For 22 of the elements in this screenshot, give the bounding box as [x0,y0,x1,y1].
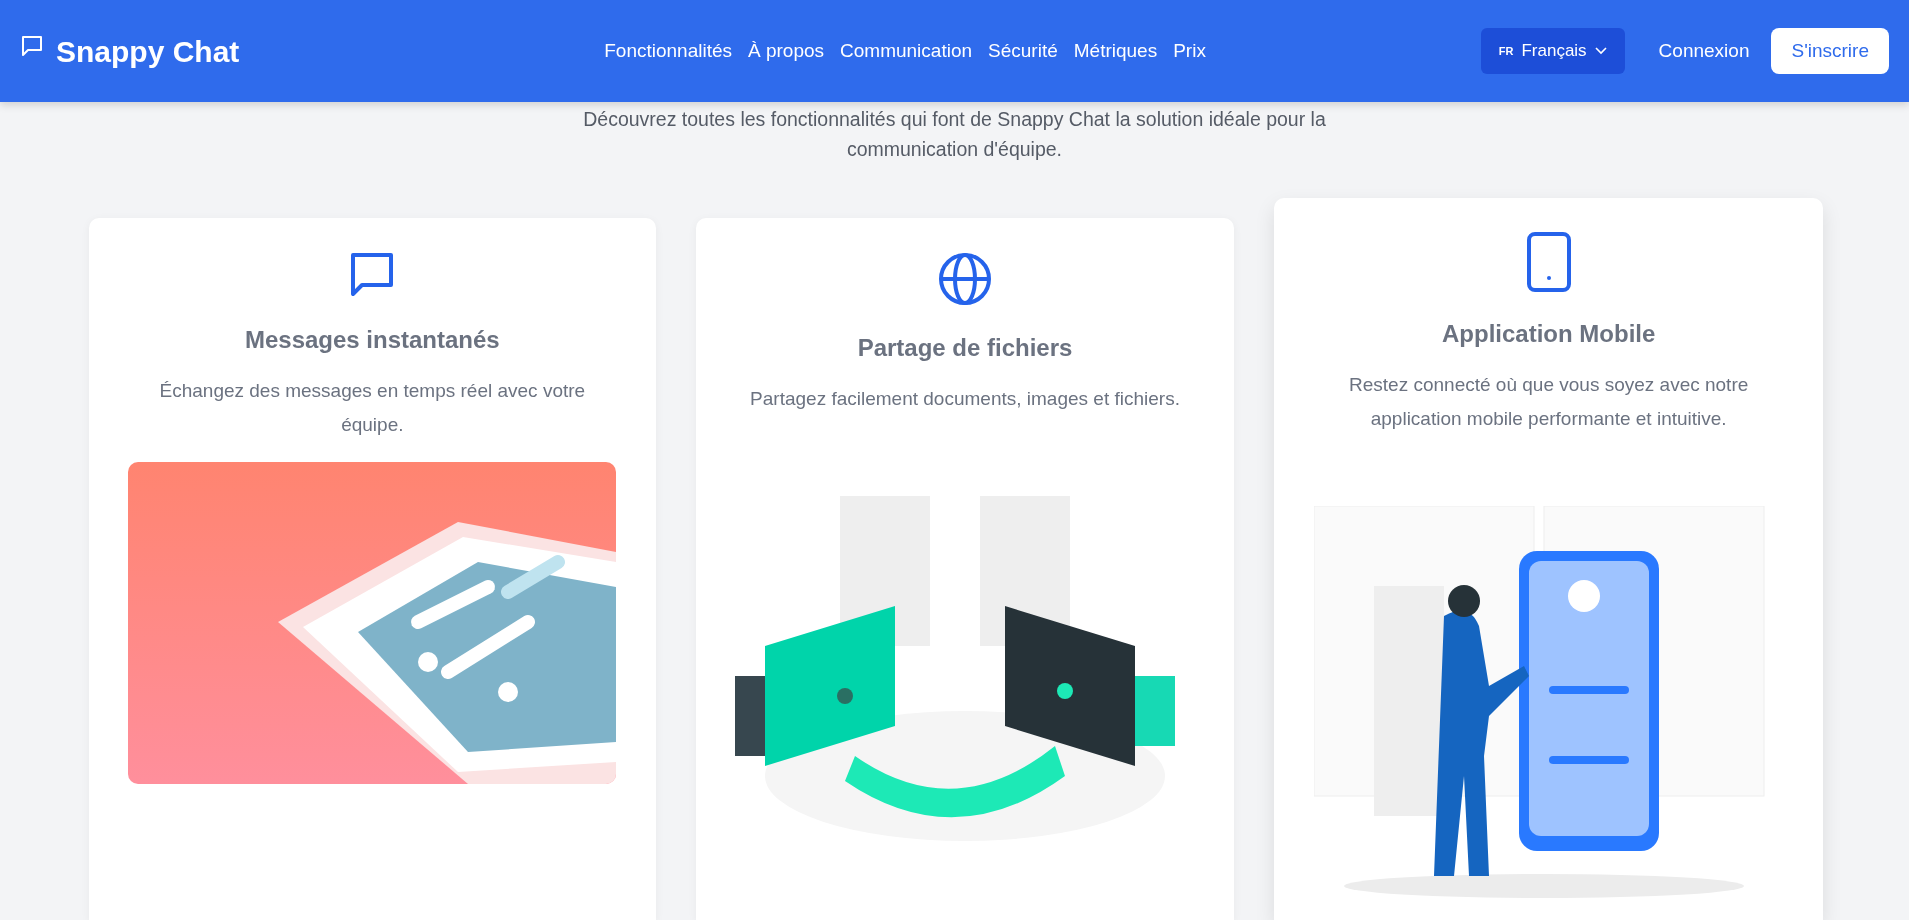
language-dropdown[interactable]: FR Français [1480,28,1625,74]
feature-description: Restez connecté où que vous soyez avec notre application mobile performante et intuitive. [1348,373,1750,431]
mobile-phone-icon [1526,232,1571,292]
nav-link[interactable]: Fonctionnalités [604,36,732,66]
nav-link[interactable]: Sécurité [988,36,1058,66]
feature-title: Application Mobile [1441,319,1657,349]
chevron-down-icon [1594,47,1607,55]
chat-icon [20,34,44,58]
chat-icon [350,252,395,298]
feature-title: Messages instantanés [243,325,501,355]
feature-title: Partage de fichiers [856,333,1074,363]
signup-button[interactable]: S'inscrire [1771,28,1889,74]
nav-link[interactable]: Métriques [1073,36,1158,66]
login-link[interactable]: Connexion [1658,36,1750,66]
globe-icon [938,252,992,306]
feature-description: Partagez facilement documents, images et fichiers. [749,387,1181,411]
feature-description: Échangez des messages en temps réel avec votre équipe. [158,379,587,437]
nav-link[interactable]: À propos [748,36,825,66]
intro-text: Découvrez toutes les fonctionnalités qui font de Snappy Chat la solution idéale pour la communication d'équipe. [582,107,1327,162]
brand-name[interactable]: Snappy Chat [56,28,240,74]
nav-link[interactable]: Prix [1173,36,1206,66]
nav-link[interactable]: Communication [840,36,973,66]
